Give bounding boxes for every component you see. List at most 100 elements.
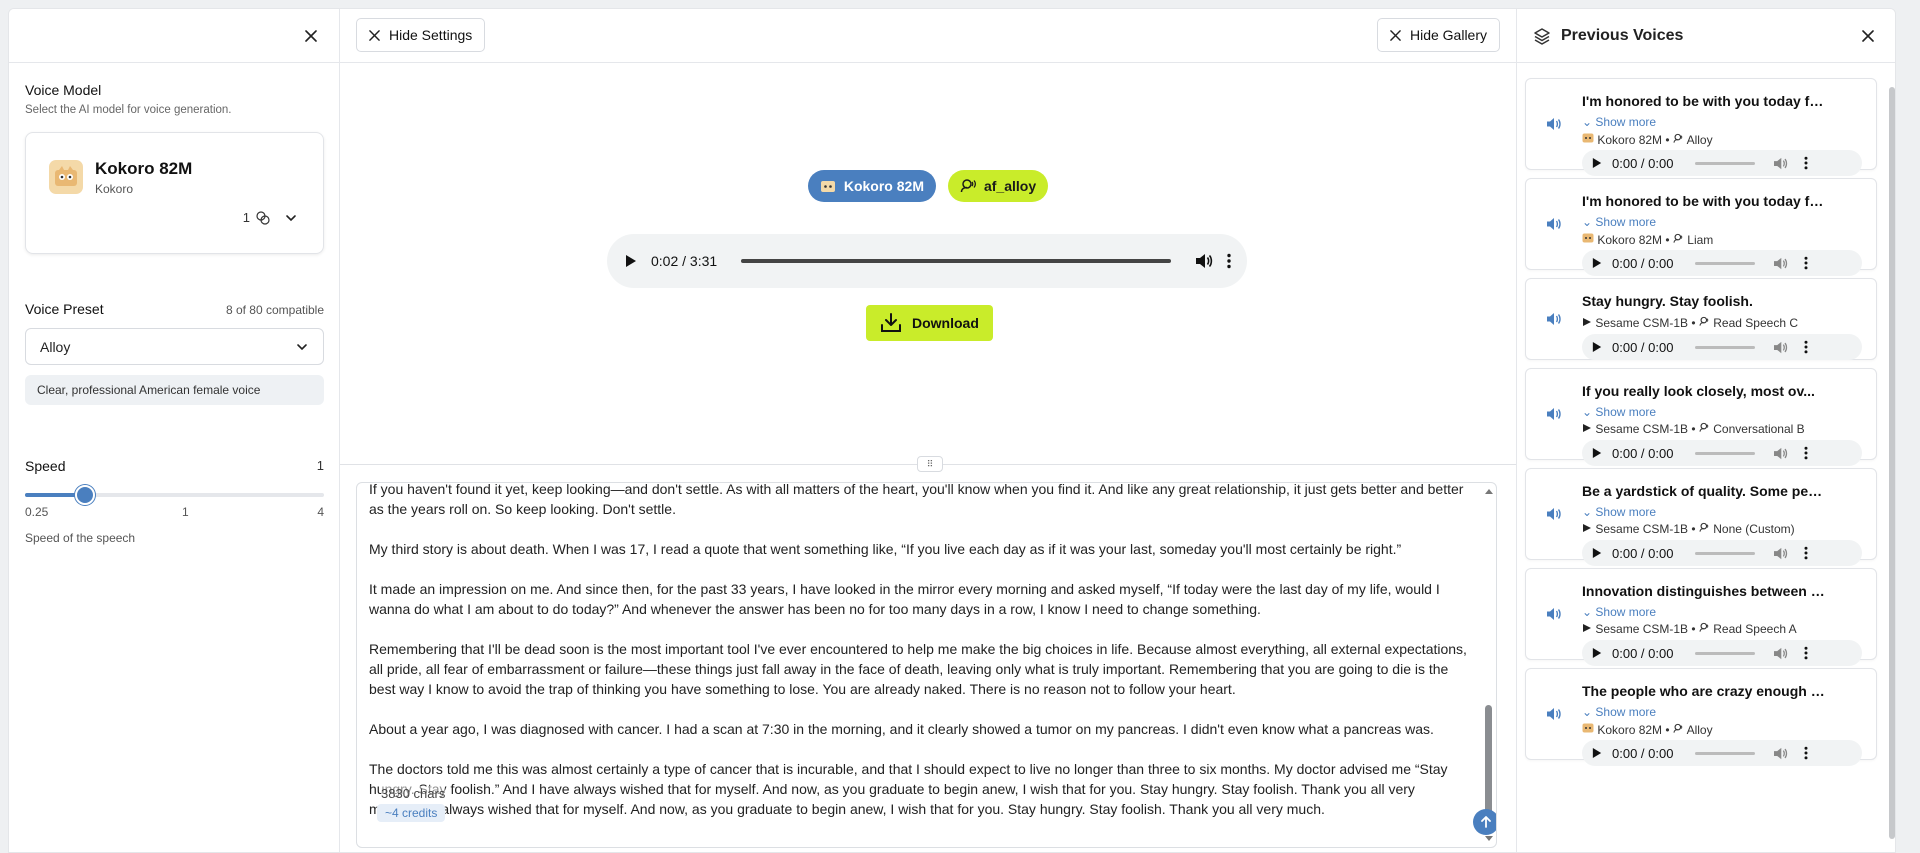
- speaker-icon[interactable]: [1546, 507, 1562, 526]
- more-options-icon[interactable]: [1804, 546, 1808, 560]
- download-icon: [881, 313, 901, 332]
- speaker-icon[interactable]: [1546, 707, 1562, 726]
- show-more-link[interactable]: ⌄ Show more: [1582, 705, 1656, 719]
- hide-gallery-label: Hide Gallery: [1409, 27, 1487, 43]
- card-progress-bar[interactable]: [1695, 161, 1756, 165]
- voice-preset-value: Alloy: [40, 338, 71, 355]
- generate-button[interactable]: [1473, 809, 1496, 835]
- more-options-icon[interactable]: [1804, 746, 1808, 760]
- close-gallery-icon[interactable]: [1858, 26, 1878, 46]
- card-model: Kokoro 82M: [1597, 233, 1663, 247]
- card-model: Sesame CSM-1B: [1595, 622, 1689, 636]
- card-model: Sesame CSM-1B: [1595, 316, 1689, 330]
- card-model: Sesame CSM-1B: [1595, 522, 1689, 536]
- more-options-icon[interactable]: [1804, 256, 1808, 270]
- speed-slider[interactable]: [25, 485, 324, 505]
- play-icon[interactable]: [1592, 257, 1602, 269]
- play-icon[interactable]: [1592, 747, 1602, 759]
- play-icon[interactable]: [1592, 447, 1602, 459]
- voice-model-title: Voice Model: [25, 82, 102, 98]
- show-more-link[interactable]: ⌄ Show more: [1582, 215, 1656, 229]
- chevron-down-icon: [297, 343, 307, 350]
- hide-settings-button[interactable]: Hide Settings: [356, 18, 486, 52]
- card-title: Innovation distinguishes between a ...: [1582, 583, 1826, 599]
- card-progress-bar[interactable]: [1695, 551, 1756, 555]
- play-icon[interactable]: [1592, 157, 1602, 169]
- play-icon[interactable]: [1592, 341, 1602, 353]
- model-selector-card[interactable]: Kokoro 82M Kokoro 1: [25, 132, 324, 254]
- more-options-icon[interactable]: [1804, 156, 1808, 170]
- card-progress-bar[interactable]: [1695, 751, 1756, 755]
- more-options-icon[interactable]: [1804, 340, 1808, 354]
- gallery-scrollbar[interactable]: [1887, 71, 1895, 851]
- voice-history-card[interactable]: If you really look closely, most ov... ⌄ …: [1525, 368, 1877, 466]
- hide-gallery-button[interactable]: Hide Gallery: [1376, 18, 1500, 52]
- play-icon[interactable]: [1592, 547, 1602, 559]
- settings-header: [9, 9, 339, 63]
- voice-history-card[interactable]: The people who are crazy enough t... ⌄ Sh…: [1525, 668, 1877, 766]
- card-progress-bar[interactable]: [1695, 451, 1756, 455]
- show-more-label: Show more: [1595, 705, 1657, 719]
- speaker-icon[interactable]: [1546, 117, 1562, 136]
- show-more-link[interactable]: ⌄ Show more: [1582, 115, 1656, 129]
- card-progress-bar[interactable]: [1695, 345, 1756, 349]
- more-options-icon[interactable]: [1227, 253, 1231, 269]
- card-audio-player: 0:00 / 0:00: [1582, 250, 1862, 276]
- gallery-header: Previous Voices: [1517, 9, 1895, 63]
- gallery-panel: Previous Voices I'm honored to be with y…: [1516, 9, 1895, 852]
- voice-user-icon: [1699, 316, 1710, 330]
- speaker-icon[interactable]: [1546, 217, 1562, 236]
- volume-icon[interactable]: [1773, 341, 1788, 354]
- text-input-area[interactable]: If you haven't found it yet, keep lookin…: [356, 482, 1497, 848]
- generation-tags: Kokoro 82M af_alloy: [340, 170, 1516, 202]
- credits-badge: ~4 credits: [377, 804, 446, 822]
- player-progress-bar[interactable]: [741, 259, 1171, 263]
- scroll-down-icon[interactable]: [1484, 835, 1494, 843]
- voice-history-card[interactable]: Stay hungry. Stay foolish. Sesame CSM-1B…: [1525, 278, 1877, 360]
- card-progress-bar[interactable]: [1695, 261, 1756, 265]
- card-voice: None (Custom): [1713, 522, 1795, 536]
- download-button[interactable]: Download: [866, 305, 993, 341]
- volume-icon[interactable]: [1773, 157, 1788, 170]
- speaker-icon[interactable]: [1546, 312, 1562, 331]
- more-options-icon[interactable]: [1804, 446, 1808, 460]
- volume-icon[interactable]: [1195, 253, 1213, 269]
- chevron-down-icon: ⌄: [1582, 115, 1593, 129]
- resize-handle-icon[interactable]: ⠿: [917, 456, 943, 472]
- show-more-link[interactable]: ⌄ Show more: [1582, 405, 1656, 419]
- voice-history-card[interactable]: I'm honored to be with you today fo... ⌄ …: [1525, 78, 1877, 176]
- voice-history-card[interactable]: Innovation distinguishes between a ... ⌄ …: [1525, 568, 1877, 666]
- more-options-icon[interactable]: [1804, 646, 1808, 660]
- speaker-icon[interactable]: [1546, 407, 1562, 426]
- voice-preset-description: Clear, professional American female voic…: [25, 375, 324, 405]
- sesame-logo-icon: [1582, 622, 1592, 636]
- volume-icon[interactable]: [1773, 747, 1788, 760]
- text-paragraph: About a year ago, I was diagnosed with c…: [369, 721, 1434, 737]
- card-voice: Read Speech A: [1713, 622, 1797, 636]
- sesame-logo-icon: [1582, 316, 1592, 330]
- speed-slider-thumb[interactable]: [74, 485, 95, 505]
- voice-preset-title: Voice Preset: [25, 301, 104, 317]
- voice-history-card[interactable]: I'm honored to be with you today fo... ⌄ …: [1525, 178, 1877, 276]
- play-icon[interactable]: [1592, 647, 1602, 659]
- volume-icon[interactable]: [1773, 647, 1788, 660]
- play-icon[interactable]: [625, 254, 637, 268]
- gallery-scrollbar-thumb[interactable]: [1889, 87, 1895, 839]
- show-more-link[interactable]: ⌄ Show more: [1582, 605, 1656, 619]
- volume-icon[interactable]: [1773, 257, 1788, 270]
- speaker-icon[interactable]: [1546, 607, 1562, 626]
- card-voice: Alloy: [1686, 133, 1713, 147]
- card-progress-bar[interactable]: [1695, 651, 1756, 655]
- volume-icon[interactable]: [1773, 547, 1788, 560]
- voice-history-card[interactable]: Be a yardstick of quality. Some peo... ⌄ …: [1525, 468, 1877, 566]
- kokoro-logo-icon: [49, 160, 83, 194]
- close-settings-icon[interactable]: [301, 26, 321, 46]
- scroll-up-icon[interactable]: [1484, 487, 1494, 495]
- show-more-link[interactable]: ⌄ Show more: [1582, 505, 1656, 519]
- show-more-label: Show more: [1595, 505, 1657, 519]
- voice-preset-select[interactable]: Alloy: [25, 328, 324, 365]
- text-input-content[interactable]: If you haven't found it yet, keep lookin…: [369, 483, 1469, 839]
- model-count[interactable]: 1: [243, 210, 298, 225]
- volume-icon[interactable]: [1773, 447, 1788, 460]
- gallery-title: Previous Voices: [1561, 26, 1684, 44]
